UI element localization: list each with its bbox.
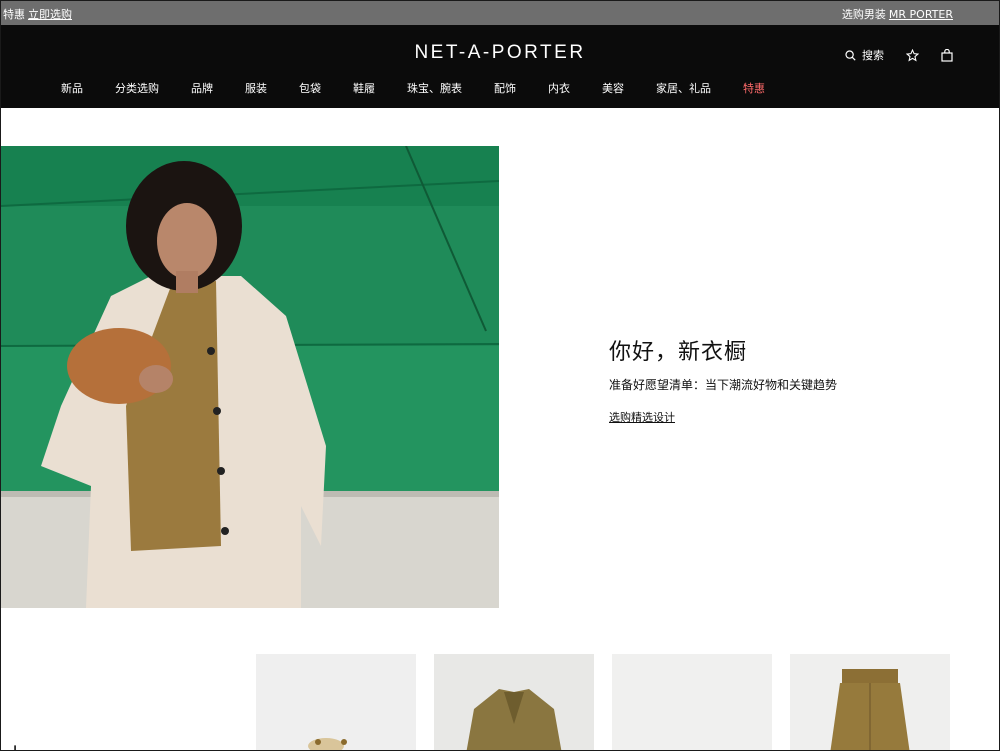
main-navigation: 新品 分类选购 品牌 服装 包袋 鞋履 珠宝、腕表 配饰 内衣 美容 家居、礼品… [61,80,765,96]
hero-copy: 你好，新衣橱 准备好愿望清单：当下潮流好物和关键趋势 选购精选设计 [609,334,837,425]
promo-left: 特惠 立即选购 [3,6,72,22]
promo-shop-now-link[interactable]: 立即选购 [28,8,72,21]
product-image-blazer [466,689,562,750]
wishlist-button[interactable] [906,48,919,62]
hero-subtitle: 准备好愿望清单：当下潮流好物和关键趋势 [609,378,838,392]
section-heading-partial: 小 [5,739,25,750]
product-card[interactable] [612,654,772,750]
product-image-trousers [830,669,910,750]
shopping-bag-button[interactable] [941,48,953,62]
product-row [256,654,968,750]
nav-item-new[interactable]: 新品 [61,80,83,96]
nav-item-bags[interactable]: 包袋 [299,80,321,96]
star-icon [906,48,919,61]
product-card[interactable] [434,654,594,750]
search-label: 搜索 [862,49,884,62]
nav-item-home-gifts[interactable]: 家居、礼品 [656,80,711,96]
browser-viewport: 特惠 立即选购 选购男装 MR PORTER NET-A-PORTER 搜索 新… [0,0,1000,751]
product-card[interactable] [256,654,416,750]
search-icon [845,49,856,61]
nav-item-categories[interactable]: 分类选购 [115,80,159,96]
site-header: NET-A-PORTER 搜索 新品 分类选购 品牌 服装 包袋 鞋履 珠宝、腕… [1,25,999,108]
shop-edit-link[interactable]: 选购精选设计 [609,409,675,425]
nav-item-lingerie[interactable]: 内衣 [548,80,570,96]
nav-item-sale[interactable]: 特惠 [743,80,765,96]
promo-sale-text: 特惠 [3,8,25,21]
mr-porter-link[interactable]: MR PORTER [889,8,953,21]
promo-right: 选购男装 MR PORTER [842,6,953,22]
nav-item-brands[interactable]: 品牌 [191,80,213,96]
nav-item-clothing[interactable]: 服装 [245,80,267,96]
search-button[interactable]: 搜索 [845,47,884,63]
nav-item-accessories[interactable]: 配饰 [494,80,516,96]
promo-menswear-text: 选购男装 [841,8,886,21]
hero-title: 你好，新衣橱 [609,340,748,365]
header-tools: 搜索 [845,47,953,63]
product-image-bag [308,738,347,750]
promo-bar: 特惠 立即选购 选购男装 MR PORTER [1,1,999,25]
nav-item-jewelry-watches[interactable]: 珠宝、腕表 [407,80,462,96]
nav-item-beauty[interactable]: 美容 [602,80,624,96]
hero-image[interactable] [1,146,499,608]
product-card[interactable] [790,654,950,750]
shopping-bag-icon [941,48,953,62]
nav-item-shoes[interactable]: 鞋履 [353,80,375,96]
